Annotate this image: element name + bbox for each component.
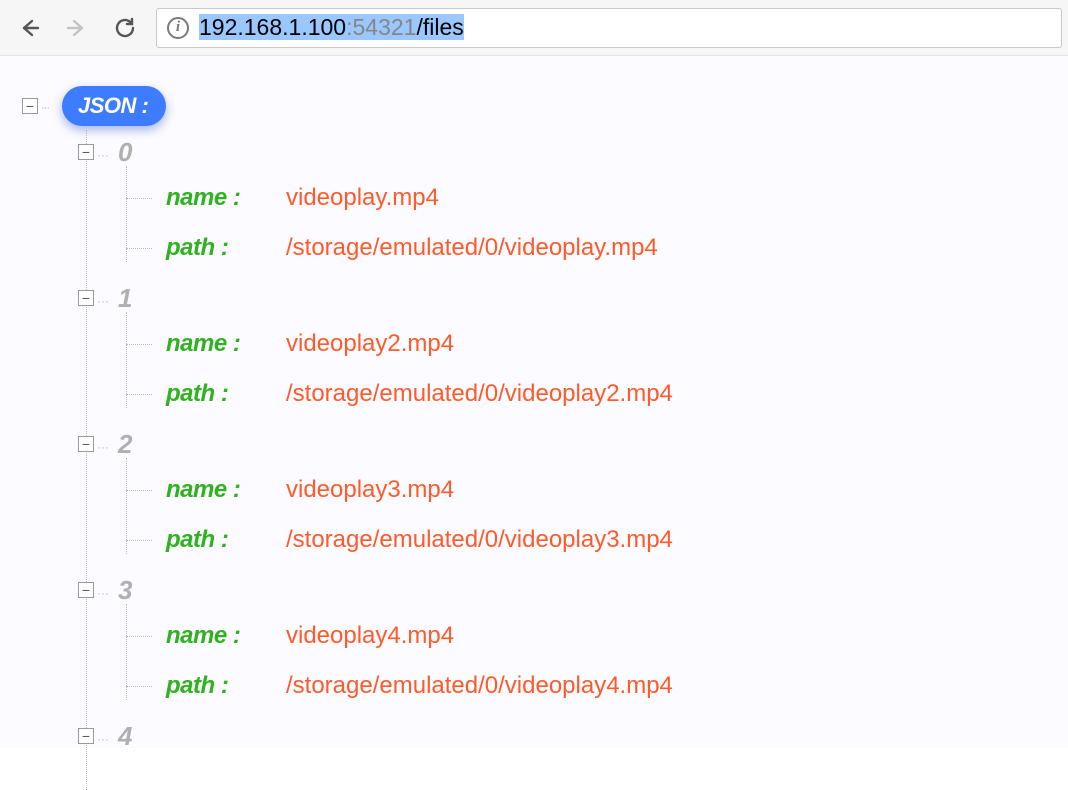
collapse-item-toggle[interactable]: − (78, 582, 94, 598)
info-icon[interactable]: i (167, 17, 189, 39)
json-property: name : videoplay4.mp4 (126, 622, 454, 650)
json-key: name : (166, 622, 256, 650)
json-value: videoplay.mp4 (286, 184, 439, 212)
url-text: 192.168.1.100:54321/files (199, 14, 464, 41)
json-value: videoplay4.mp4 (286, 622, 454, 650)
tree-trunk-line (86, 130, 87, 790)
json-value: videoplay3.mp4 (286, 476, 454, 504)
json-root-label: JSON : (62, 86, 166, 126)
json-property: path : /storage/emulated/0/videoplay.mp4 (126, 234, 658, 262)
json-key: name : (166, 330, 256, 358)
json-key: path : (166, 380, 256, 408)
array-index: 3 (118, 575, 132, 606)
json-property: path : /storage/emulated/0/videoplay2.mp… (126, 380, 673, 408)
address-bar[interactable]: i 192.168.1.100:54321/files (156, 8, 1062, 48)
json-property: name : videoplay3.mp4 (126, 476, 454, 504)
arrow-left-icon (17, 16, 41, 40)
collapse-item-toggle[interactable]: − (78, 728, 94, 744)
json-value: /storage/emulated/0/videoplay2.mp4 (286, 380, 673, 408)
forward-button[interactable] (54, 8, 100, 48)
arrow-right-icon (65, 16, 89, 40)
json-key: name : (166, 184, 256, 212)
array-index: 1 (118, 283, 132, 314)
json-property: name : videoplay.mp4 (126, 184, 439, 212)
json-value: videoplay2.mp4 (286, 330, 454, 358)
reload-button[interactable] (102, 8, 148, 48)
json-key: path : (166, 234, 256, 262)
json-value: /storage/emulated/0/videoplay.mp4 (286, 234, 658, 262)
collapse-item-toggle[interactable]: − (78, 436, 94, 452)
collapse-item-toggle[interactable]: − (78, 144, 94, 160)
json-property: name : videoplay2.mp4 (126, 330, 454, 358)
array-index: 2 (118, 429, 132, 460)
browser-toolbar: i 192.168.1.100:54321/files (0, 0, 1068, 56)
json-key: path : (166, 526, 256, 554)
reload-icon (113, 16, 137, 40)
back-button[interactable] (6, 8, 52, 48)
json-value: /storage/emulated/0/videoplay4.mp4 (286, 672, 673, 700)
json-viewer: − ··· JSON : − ··· 0 name : videoplay.mp… (0, 56, 1068, 748)
array-index: 4 (118, 721, 132, 752)
json-key: name : (166, 476, 256, 504)
collapse-root-toggle[interactable]: − (22, 98, 38, 114)
json-value: /storage/emulated/0/videoplay3.mp4 (286, 526, 673, 554)
json-property: path : /storage/emulated/0/videoplay3.mp… (126, 526, 673, 554)
array-index: 0 (118, 137, 132, 168)
json-key: path : (166, 672, 256, 700)
collapse-item-toggle[interactable]: − (78, 290, 94, 306)
json-property: path : /storage/emulated/0/videoplay4.mp… (126, 672, 673, 700)
